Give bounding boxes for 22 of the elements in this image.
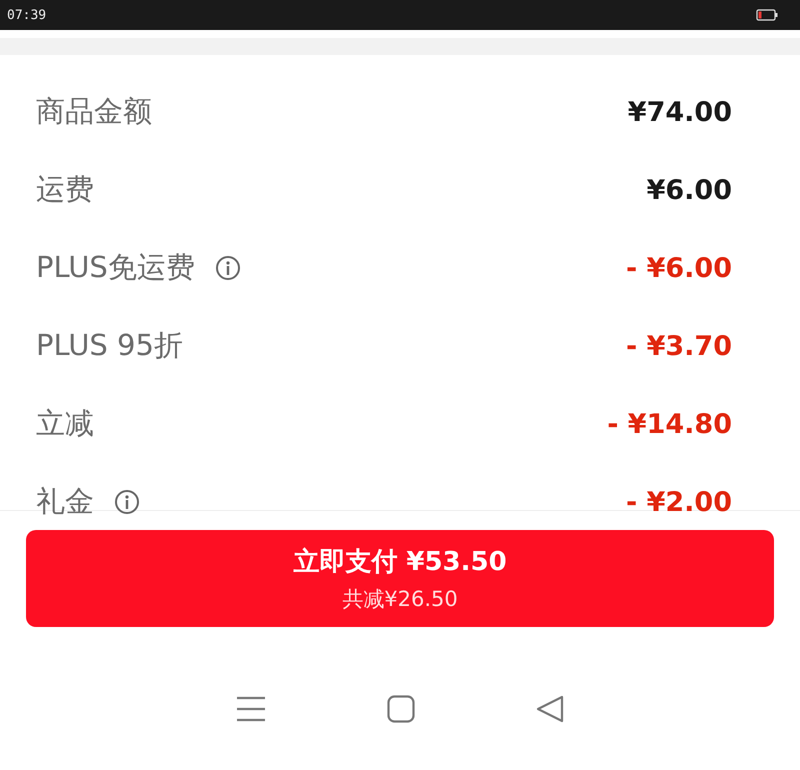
info-icon[interactable] xyxy=(214,255,241,281)
info-icon[interactable] xyxy=(114,489,140,515)
fee-label: 运费 xyxy=(36,171,94,208)
pay-button[interactable]: 立即支付 ¥53.50 共减¥26.50 xyxy=(26,530,774,627)
fee-label: 立减 xyxy=(36,405,94,442)
pay-label: 立即支付 ¥53.50 xyxy=(293,546,507,579)
fee-label: 商品金额 xyxy=(36,93,152,130)
fee-amount: - ¥2.00 xyxy=(626,486,732,518)
fee-amount: - ¥3.70 xyxy=(626,330,732,362)
clock-time: 07:39 xyxy=(7,8,46,22)
fee-label: PLUS 95折 xyxy=(36,327,183,364)
fee-amount: ¥74.00 xyxy=(628,96,732,128)
fee-amount: - ¥14.80 xyxy=(607,408,732,440)
fee-label: 礼金 xyxy=(36,483,94,520)
home-icon[interactable] xyxy=(386,694,415,722)
battery-icon xyxy=(756,9,778,21)
fee-amount: - ¥6.00 xyxy=(626,252,732,284)
menu-icon[interactable] xyxy=(236,696,266,722)
back-icon[interactable] xyxy=(536,694,564,722)
fee-amount: ¥6.00 xyxy=(646,174,732,206)
fee-label: PLUS免运费 xyxy=(36,249,195,286)
savings-text: 共减¥26.50 xyxy=(342,586,458,613)
